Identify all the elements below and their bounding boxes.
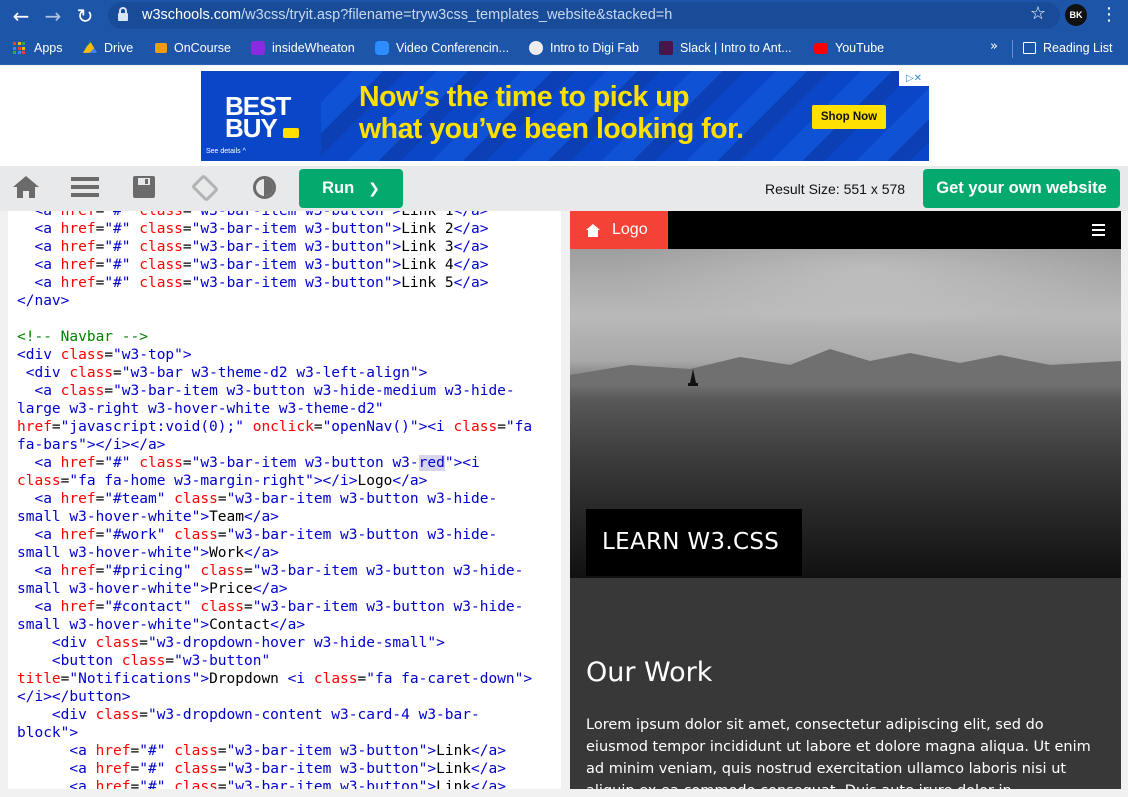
ad-area: BEST BUY See details ^ Now’s the time to…: [0, 66, 1128, 166]
bookmark-drive[interactable]: Drive: [83, 39, 133, 57]
save-icon[interactable]: [130, 176, 158, 200]
bookmarks-bar: Apps Drive OnCourse insideWheaton Video …: [0, 31, 1128, 65]
lock-icon: [118, 7, 128, 21]
youtube-icon: [814, 42, 828, 54]
hamburger-menu-icon[interactable]: [1092, 224, 1105, 236]
reading-list-icon: [1023, 42, 1036, 54]
url-field[interactable]: w3schools.com/w3css/tryit.asp?filename=t…: [108, 2, 1060, 29]
code-editor[interactable]: <a href="#" class="w3-bar-item w3-button…: [8, 211, 561, 789]
profile-avatar[interactable]: BK: [1065, 4, 1087, 26]
adchoices-close-icon[interactable]: ▷✕: [899, 71, 929, 86]
apps-grid-icon: [13, 42, 25, 54]
panel-divider[interactable]: [561, 211, 570, 797]
bookmark-intro-digi-fab[interactable]: Intro to Digi Fab: [529, 39, 639, 57]
bookmark-star-icon[interactable]: ☆: [1030, 3, 1046, 24]
run-button[interactable]: Run ❯: [299, 169, 403, 208]
bookmark-slack[interactable]: Slack | Intro to Ant...: [659, 39, 792, 57]
home-icon[interactable]: [12, 176, 40, 200]
menu-icon[interactable]: [71, 176, 99, 200]
globe-icon: [529, 41, 543, 55]
home-icon: [586, 223, 600, 237]
hero-image: LEARN W3.CSS: [570, 249, 1121, 578]
section-paragraph: Lorem ipsum dolor sit amet, consectetur …: [586, 717, 1091, 789]
ad-see-details[interactable]: See details ^: [206, 148, 246, 155]
ad-banner[interactable]: BEST BUY See details ^ Now’s the time to…: [201, 71, 929, 161]
url-text: w3schools.com/w3css/tryit.asp?filename=t…: [142, 7, 673, 23]
get-own-website-button[interactable]: Get your own website: [923, 169, 1120, 208]
bestbuy-tag-icon: [283, 128, 299, 138]
chevron-right-icon: ❯: [368, 180, 380, 197]
preview-logo-button[interactable]: Logo: [570, 211, 668, 249]
slack-icon: [659, 41, 673, 55]
bookmark-insidewheaton[interactable]: insideWheaton: [251, 39, 355, 57]
rotate-layout-icon[interactable]: [190, 173, 220, 203]
contrast-icon[interactable]: [251, 176, 279, 200]
tryit-toolbar: Run ❯ Result Size: 551 x 578 Get your ow…: [0, 166, 1128, 211]
preview-navbar: Logo: [570, 211, 1121, 249]
mountains-silhouette: [570, 349, 1121, 385]
bestbuy-logo: BEST BUY: [225, 91, 291, 143]
sailboat-hull: [688, 383, 698, 386]
forward-icon[interactable]: →: [41, 4, 65, 28]
drive-icon: [83, 41, 97, 53]
result-size-label: Result Size: 551 x 578: [765, 181, 906, 197]
code-text[interactable]: <a href="#" class="w3-bar-item w3-button…: [17, 211, 532, 789]
insidewheaton-icon: [251, 41, 265, 55]
bookmark-apps[interactable]: Apps: [13, 39, 63, 57]
back-icon[interactable]: ←: [9, 4, 33, 28]
more-bookmarks-icon[interactable]: »: [990, 39, 998, 54]
zoom-icon: [375, 41, 389, 55]
browser-address-bar: ← → ↻ w3schools.com/w3css/tryit.asp?file…: [0, 0, 1128, 31]
bookmark-oncourse[interactable]: OnCourse: [155, 39, 231, 57]
shop-now-button[interactable]: Shop Now: [812, 105, 886, 129]
bookmark-youtube[interactable]: YouTube: [814, 39, 884, 57]
ad-headline: Now’s the time to pick up what you’ve be…: [359, 81, 744, 145]
browser-menu-icon[interactable]: ⋮: [1100, 3, 1118, 27]
bookmark-video-conferencing[interactable]: Video Conferencin...: [375, 39, 509, 57]
sailboat-icon: [690, 369, 696, 383]
oncourse-icon: [155, 43, 167, 53]
result-preview: Logo LEARN W3.CSS Our Work Lorem ipsum d…: [570, 211, 1121, 789]
reading-list-button[interactable]: Reading List: [1023, 39, 1113, 57]
section-title: Our Work: [586, 657, 713, 688]
reload-icon[interactable]: ↻: [73, 4, 97, 28]
hero-caption: LEARN W3.CSS: [586, 509, 802, 576]
bookmarks-divider: [1012, 40, 1013, 58]
